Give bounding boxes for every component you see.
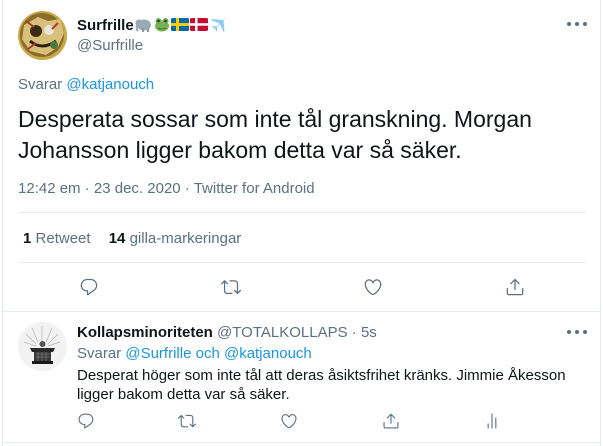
mention-link[interactable]: @Surfrille [125,345,191,362]
analytics-icon [487,413,497,429]
replying-conjunction: och [195,345,220,362]
elephant-emoji-icon [135,17,152,37]
divider [2,442,601,443]
frog-emoji-icon [154,17,170,37]
retweet-count: 1 [23,230,32,247]
reply-timestamp[interactable]: 5s [361,324,377,341]
reply-like-button[interactable] [280,412,304,436]
retweet-label: Retweet [35,230,91,247]
like-button[interactable] [363,277,387,301]
retweet-icon [221,280,241,295]
divider [18,262,586,263]
heart-icon [281,414,297,429]
airplane-emoji-icon [210,16,227,37]
author-name-row: Surfrille [77,16,227,34]
tweet-text-line: Desperata sossar som inte tål granskning… [18,106,532,132]
reply-button[interactable] [79,277,103,301]
reply-reply-button[interactable] [77,412,101,436]
reply-analytics-button[interactable] [483,412,507,436]
reply-author-avatar[interactable] [18,322,67,371]
retweet-stat[interactable]: 1 Retweet [23,230,95,247]
tweet-metadata: 12:42 em · 23 dec. 2020 · Twitter for An… [18,180,315,197]
author-avatar[interactable] [18,11,67,60]
reply-share-button[interactable] [382,412,406,436]
mention-link[interactable]: @katjanouch [66,76,154,93]
reply-author-name[interactable]: Kollapsminoriteten [77,324,213,341]
author-handle[interactable]: @Surfrille [77,37,143,54]
heart-icon [364,279,382,296]
replying-prefix: Svarar [77,345,122,362]
reply-icon [78,413,94,429]
separator: · [184,180,190,197]
retweet-button[interactable] [221,277,245,301]
sweden-flag-icon [170,18,189,31]
reply-more-options-button[interactable] [567,326,587,338]
reply-retweet-button[interactable] [178,412,202,436]
tweet-date[interactable]: 23 dec. 2020 [94,180,181,197]
mention-link[interactable]: @katjanouch [224,345,312,362]
tweet-text: Desperata sossar som inte tål granskning… [18,104,532,166]
tweet-time[interactable]: 12:42 em [18,180,81,197]
separator: · [351,324,357,341]
engagement-stats: 1 Retweet 14 gilla-markeringar [23,230,241,247]
retweet-icon [178,414,196,428]
reply-text-line: Desperat höger som inte tål att deras ås… [77,367,566,384]
divider [2,311,601,312]
reply-replying-to-line: Svarar @Surfrille och @katjanouch [77,345,312,362]
reply-text: Desperat höger som inte tål att deras ås… [77,366,566,404]
reply-text-line: ligger bakom detta var så säker. [77,386,290,403]
share-icon [383,413,399,429]
separator: · [84,180,90,197]
tweet-source[interactable]: Twitter for Android [194,180,315,197]
denmark-flag-icon [189,18,208,31]
divider [18,212,586,213]
author-name[interactable]: Surfrille [77,17,134,34]
like-count: 14 [108,230,126,247]
share-button[interactable] [505,277,529,301]
share-icon [506,278,524,296]
reply-icon [80,278,98,296]
replying-prefix: Svarar [18,76,63,93]
like-label: gilla-markeringar [129,230,242,247]
reply-header: Kollapsminoriteten @TOTALKOLLAPS · 5s [77,324,377,341]
reply-author-handle[interactable]: @TOTALKOLLAPS [217,324,348,341]
like-stat[interactable]: 14 gilla-markeringar [109,230,242,247]
replying-to-line: Svarar @katjanouch [18,76,154,93]
more-options-button[interactable] [567,18,587,30]
tweet-text-line: Johansson ligger bakom detta var så säke… [18,137,462,163]
